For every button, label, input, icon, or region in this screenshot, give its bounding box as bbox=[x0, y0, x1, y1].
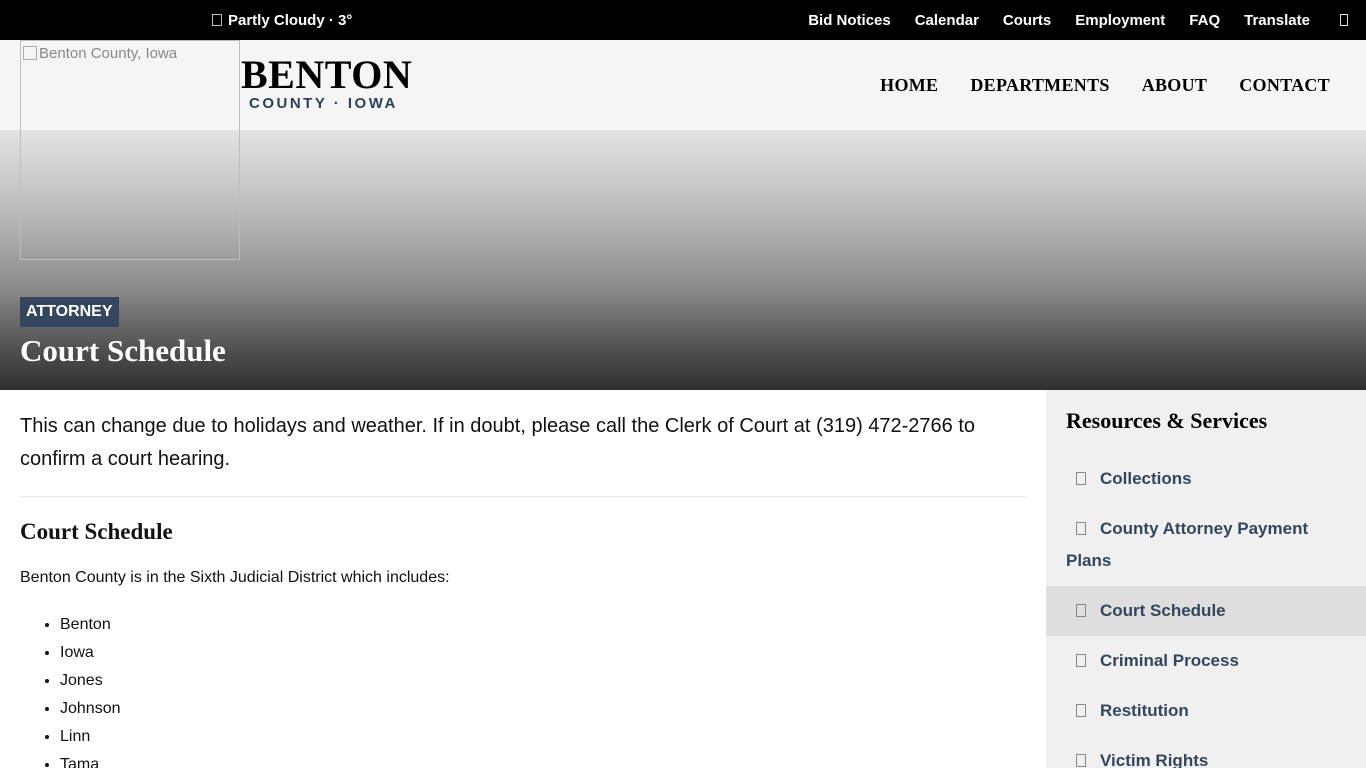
list-item: Johnson bbox=[60, 695, 1026, 723]
topnav-employment[interactable]: Employment bbox=[1075, 12, 1165, 29]
page-icon bbox=[1076, 754, 1086, 767]
weather-icon bbox=[212, 14, 222, 26]
list-item: Tama bbox=[60, 751, 1026, 768]
county-list: Benton Iowa Jones Johnson Linn Tama bbox=[20, 611, 1026, 768]
list-item: Jones bbox=[60, 667, 1026, 695]
nav-home[interactable]: HOME bbox=[880, 75, 938, 96]
list-item: Iowa bbox=[60, 639, 1026, 667]
brand-name: BENTON bbox=[241, 52, 413, 97]
topnav-faq[interactable]: FAQ bbox=[1189, 12, 1220, 29]
main-content: This can change due to holidays and weat… bbox=[20, 390, 1026, 768]
page-icon bbox=[1076, 654, 1086, 667]
topnav-translate[interactable]: Translate bbox=[1244, 12, 1310, 29]
logo-image[interactable]: Benton County, Iowa bbox=[20, 40, 240, 260]
page-title: Court Schedule bbox=[20, 333, 226, 368]
sidebar-item-label: Court Schedule bbox=[1100, 601, 1226, 620]
sidebar-item-court-schedule[interactable]: Court Schedule bbox=[1046, 586, 1366, 636]
site-header: Benton County, Iowa BENTON COUNTY · IOWA… bbox=[0, 40, 1366, 260]
sidebar-item-label: Victim Rights bbox=[1100, 751, 1209, 768]
weather-widget[interactable]: Partly Cloudy · 3° bbox=[212, 0, 352, 40]
list-item: Benton bbox=[60, 611, 1026, 639]
search-icon[interactable] bbox=[1340, 14, 1348, 26]
department-tag[interactable]: ATTORNEY bbox=[20, 297, 119, 327]
sidebar-item-payment-plans[interactable]: County Attorney Payment Plans bbox=[1046, 513, 1366, 577]
sidebar-item-victim-rights[interactable]: Victim Rights bbox=[1046, 745, 1366, 768]
sidebar-item-label: County Attorney Payment Plans bbox=[1066, 519, 1309, 570]
section-title: Court Schedule bbox=[20, 519, 173, 544]
logo-alt-text: Benton County, Iowa bbox=[39, 45, 178, 62]
brand-wordmark[interactable]: BENTON COUNTY · IOWA bbox=[241, 52, 413, 113]
topnav-calendar[interactable]: Calendar bbox=[915, 12, 979, 29]
list-item: Linn bbox=[60, 723, 1026, 751]
utility-nav: Bid Notices Calendar Courts Employment F… bbox=[808, 0, 1348, 40]
intro-text: This can change due to holidays and weat… bbox=[20, 415, 976, 470]
sidebar-title: Resources & Services bbox=[1066, 408, 1268, 433]
sidebar-item-collections[interactable]: Collections bbox=[1046, 463, 1366, 495]
sidebar-item-label: Criminal Process bbox=[1100, 651, 1239, 670]
sidebar-item-label: Collections bbox=[1100, 469, 1192, 488]
weather-text: Partly Cloudy · 3° bbox=[228, 11, 353, 29]
section-text: Benton County is in the Sixth Judicial D… bbox=[20, 569, 450, 586]
brand-subtitle: COUNTY · IOWA bbox=[249, 95, 398, 112]
nav-departments[interactable]: DEPARTMENTS bbox=[970, 75, 1109, 96]
main-nav: HOME DEPARTMENTS ABOUT CONTACT bbox=[880, 40, 1330, 130]
nav-contact[interactable]: CONTACT bbox=[1239, 75, 1330, 96]
sidebar-item-label: Restitution bbox=[1100, 701, 1189, 720]
page-icon bbox=[1076, 472, 1086, 485]
divider bbox=[20, 496, 1026, 497]
resources-sidebar: Resources & Services Collections County … bbox=[1046, 390, 1366, 768]
page-icon bbox=[1076, 522, 1086, 535]
topnav-courts[interactable]: Courts bbox=[1003, 12, 1051, 29]
top-bar: Partly Cloudy · 3° Bid Notices Calendar … bbox=[0, 0, 1366, 40]
nav-about[interactable]: ABOUT bbox=[1142, 75, 1208, 96]
page-icon bbox=[1076, 604, 1086, 617]
sidebar-item-criminal-process[interactable]: Criminal Process bbox=[1046, 645, 1366, 677]
sidebar-item-restitution[interactable]: Restitution bbox=[1046, 695, 1366, 727]
topnav-bid-notices[interactable]: Bid Notices bbox=[808, 12, 891, 29]
broken-image-icon bbox=[23, 46, 37, 60]
page-icon bbox=[1076, 704, 1086, 717]
